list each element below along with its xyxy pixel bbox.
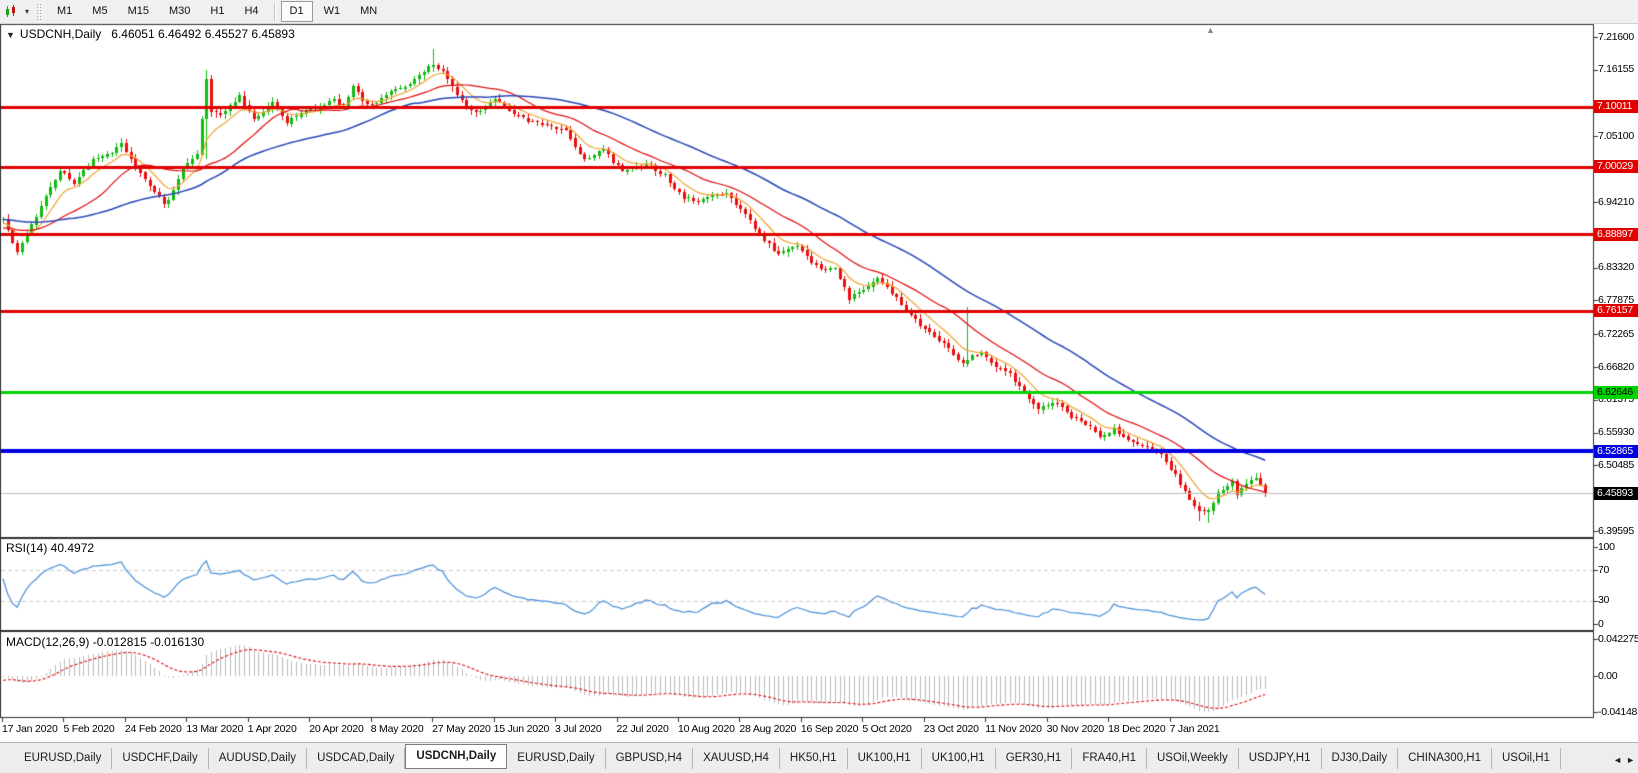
price-axis-label: 6.94210 [1598, 195, 1634, 208]
timeframe-button-group: M1 M5 M15 M30 H1 H4 D1 W1 MN [47, 1, 387, 22]
symbol-period-label: USDCNH,Daily [19, 27, 102, 41]
chart-canvas[interactable] [0, 0, 1638, 773]
chart-tab-eurusd-daily[interactable]: EURUSD,Daily [14, 748, 113, 769]
price-axis-label: 6.50485 [1598, 458, 1634, 471]
toolbar-separator [273, 2, 275, 21]
price-axis-label: 6.55930 [1598, 426, 1634, 439]
time-axis-label: 30 Nov 2020 [1046, 723, 1105, 735]
time-axis-label: 28 Aug 2020 [739, 723, 797, 735]
price-axis-label: 6.66820 [1598, 360, 1634, 373]
macd-axis-label: 0.00 [1598, 669, 1618, 682]
timeframe-button-h4[interactable]: H4 [235, 1, 267, 22]
rsi-axis-label: 70 [1598, 563, 1610, 576]
rsi-axis-label: 30 [1598, 594, 1610, 607]
collapse-triangle-icon[interactable]: ▼ [6, 30, 15, 40]
resistance-level-7000-label: 7.00029 [1594, 160, 1638, 174]
timeframe-button-m1[interactable]: M1 [48, 1, 81, 22]
time-axis-label: 20 Apr 2020 [309, 723, 364, 735]
macd-axis-label: -0.04148 [1598, 705, 1638, 718]
chart-toolbar: ▾ M1 M5 M15 M30 H1 H4 D1 W1 MN [0, 0, 1638, 24]
price-axis-label: 7.05100 [1598, 129, 1634, 142]
chart-tab-uk100-h1[interactable]: UK100,H1 [848, 748, 922, 769]
time-axis-label: 17 Jan 2020 [2, 723, 58, 735]
time-axis-label: 16 Sep 2020 [800, 723, 859, 735]
macd-axis-label: 0.042275 [1598, 632, 1638, 645]
chart-tab-hk50-h1[interactable]: HK50,H1 [780, 748, 848, 769]
tab-scroll-right-button[interactable]: ► [1626, 755, 1635, 765]
rsi-indicator-label: RSI(14) 40.4972 [6, 541, 95, 555]
time-axis-label: 10 Aug 2020 [677, 723, 735, 735]
price-axis-label: 6.39595 [1598, 524, 1634, 537]
tab-scroll-left-button[interactable]: ◄ [1613, 755, 1622, 765]
time-axis-label: 23 Oct 2020 [923, 723, 979, 735]
support-level-6529-label: 6.52865 [1594, 444, 1638, 458]
time-axis-label: 22 Jul 2020 [616, 723, 669, 735]
chart-tab-uk100-h1[interactable]: UK100,H1 [922, 748, 996, 769]
chart-tab-fra40-h1[interactable]: FRA40,H1 [1072, 748, 1147, 769]
rsi-axis-label: 0 [1598, 617, 1604, 630]
time-axis-label: 11 Nov 2020 [985, 723, 1042, 735]
macd-indicator-label: MACD(12,26,9) -0.012815 -0.016130 [6, 635, 205, 649]
timeframe-button-d1[interactable]: D1 [280, 1, 313, 22]
chart-type-dropdown[interactable]: ▾ [22, 7, 32, 16]
price-axis-label: 6.83320 [1598, 261, 1634, 274]
time-axis-label: 18 Dec 2020 [1108, 723, 1166, 735]
price-axis-label: 7.21600 [1598, 30, 1634, 43]
chart-tab-usoil-weekly[interactable]: USOil,Weekly [1147, 748, 1239, 769]
rsi-axis-label: 100 [1598, 540, 1615, 553]
scroll-to-end-marker[interactable]: ▲ [1206, 25, 1215, 35]
chart-tab-eurusd-daily[interactable]: EURUSD,Daily [507, 748, 606, 769]
time-axis-label: 8 May 2020 [370, 723, 424, 735]
chart-tab-gbpusd-h4[interactable]: GBPUSD,H4 [606, 748, 694, 769]
resistance-level-7100-label: 7.10011 [1594, 100, 1638, 114]
time-axis-label: 3 Jul 2020 [555, 723, 602, 735]
chart-tab-dj30-daily[interactable]: DJ30,Daily [1322, 748, 1399, 769]
chart-tab-bar: ◄ ► EURUSD,Daily USDCHF,Daily AUDUSD,Daily… [0, 742, 1638, 773]
time-axis-label: 5 Feb 2020 [63, 723, 115, 735]
time-axis-label: 27 May 2020 [432, 723, 491, 735]
candlestick-chart-icon [6, 5, 15, 17]
time-axis-label: 13 Mar 2020 [186, 723, 244, 735]
chart-title: ▼ USDCNH,Daily 6.46051 6.46492 6.45527 6.4… [6, 27, 295, 41]
timeframe-button-mn[interactable]: MN [351, 1, 386, 22]
timeframe-button-w1[interactable]: W1 [315, 1, 350, 22]
resistance-level-6762-label: 6.76157 [1594, 304, 1638, 318]
time-axis-label: 15 Jun 2020 [493, 723, 550, 735]
chart-tab-audusd-daily[interactable]: AUDUSD,Daily [209, 748, 308, 769]
support-level-6626-label: 6.62646 [1594, 385, 1638, 399]
chart-tab-usdcad-daily[interactable]: USDCAD,Daily [307, 748, 406, 769]
timeframe-button-m15[interactable]: M15 [119, 1, 158, 22]
current-price-label: 6.45893 [1594, 486, 1638, 500]
chart-type-button[interactable] [0, 2, 22, 21]
timeframe-button-m5[interactable]: M5 [83, 1, 116, 22]
price-axis-label: 7.16155 [1598, 63, 1634, 76]
trading-platform-window: ▾ M1 M5 M15 M30 H1 H4 D1 W1 MN ▼ USDCNH,Daily 6.46… [0, 0, 1638, 773]
chart-tab-china300-h1[interactable]: CHINA300,H1 [1398, 748, 1492, 769]
chart-tab-usdjpy-h1[interactable]: USDJPY,H1 [1239, 748, 1322, 769]
price-axis-label: 6.72265 [1598, 327, 1634, 340]
chart-tab-xauusd-h4[interactable]: XAUUSD,H4 [693, 748, 780, 769]
time-axis-label: 24 Feb 2020 [124, 723, 182, 735]
chevron-down-icon: ▾ [25, 7, 30, 16]
timeframe-button-m30[interactable]: M30 [160, 1, 199, 22]
chart-tab-usoil-h1[interactable]: USOil,H1 [1492, 748, 1561, 769]
chart-tab-ger30-h1[interactable]: GER30,H1 [996, 748, 1073, 769]
time-axis-label: 1 Apr 2020 [247, 723, 297, 735]
resistance-level-6889-label: 6.88897 [1594, 227, 1638, 241]
time-axis-label: 5 Oct 2020 [862, 723, 912, 735]
timeframe-button-h1[interactable]: H1 [201, 1, 233, 22]
chart-tab-usdchf-daily[interactable]: USDCHF,Daily [112, 748, 209, 769]
chart-tab-usdcnh-daily[interactable]: USDCNH,Daily [405, 744, 508, 769]
time-axis-label: 7 Jan 2021 [1169, 723, 1220, 735]
toolbar-grip-handle[interactable] [36, 3, 44, 20]
ohlc-quote: 6.46051 6.46492 6.45527 6.45893 [111, 27, 295, 41]
